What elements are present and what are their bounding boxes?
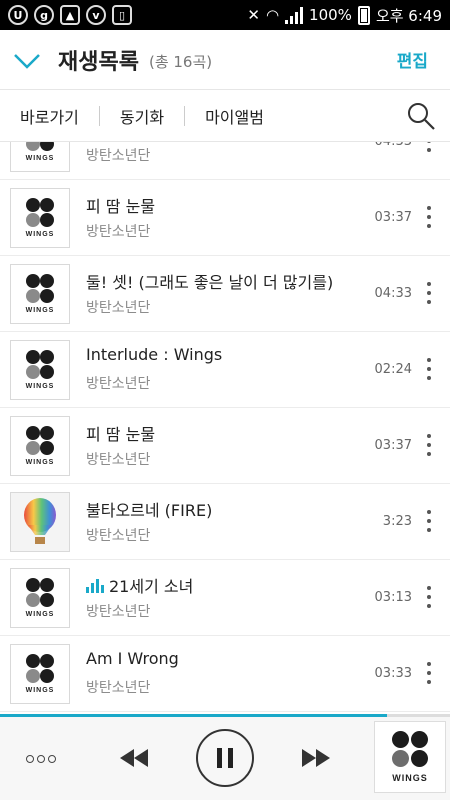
mini-player: WINGS xyxy=(0,717,450,800)
track-row[interactable]: 불타오르네 (FIRE) 방탄소년단 3:23 xyxy=(0,484,450,560)
fire-cover-art xyxy=(10,492,70,552)
track-menu-icon[interactable] xyxy=(426,142,432,152)
search-icon[interactable] xyxy=(406,101,436,131)
track-artist: 방탄소년단 xyxy=(86,604,151,620)
notification-icons: U g ▲ v ▯ xyxy=(8,5,132,25)
wings-cover-art: WINGS xyxy=(10,568,70,628)
cover-label: WINGS xyxy=(25,459,55,466)
cover-label: WINGS xyxy=(392,773,428,783)
track-list[interactable]: WINGS방탄소년단04:33WINGS피 땀 눈물방탄소년단03:37WING… xyxy=(0,142,450,714)
track-duration: 04:33 xyxy=(375,142,412,149)
wings-cover-art: WINGS xyxy=(10,644,70,704)
track-row[interactable]: WINGS 피 땀 눈물방탄소년단 03:37 xyxy=(0,408,450,484)
edit-button[interactable]: 편집 xyxy=(397,47,428,72)
track-title: Am I Wrong xyxy=(86,649,179,668)
track-duration: 03:13 xyxy=(374,590,412,605)
track-menu-icon[interactable] xyxy=(426,358,432,380)
wings-cover-art: WINGS xyxy=(10,416,70,476)
tab-shortcut[interactable]: 바로가기 xyxy=(0,104,99,128)
now-playing-equalizer-icon xyxy=(86,579,104,593)
track-title: 피 땀 눈물 xyxy=(86,197,156,216)
cover-label: WINGS xyxy=(25,307,55,314)
gallery-icon: ▲ xyxy=(60,5,80,25)
track-row[interactable]: WINGS 피 땀 눈물방탄소년단 03:37 xyxy=(0,180,450,256)
track-row[interactable]: WINGS Interlude : Wings 방탄소년단 02:24 xyxy=(0,332,450,408)
track-duration: 03:37 xyxy=(374,210,412,225)
more-options-icon[interactable] xyxy=(26,754,56,763)
track-menu-icon[interactable] xyxy=(426,282,432,304)
file-icon: ▯ xyxy=(112,5,132,25)
wings-cover-art: WINGS xyxy=(10,264,70,324)
track-duration: 03:37 xyxy=(374,438,412,453)
u-icon: U xyxy=(8,5,28,25)
cover-label: WINGS xyxy=(25,231,55,238)
track-duration: 3:23 xyxy=(382,514,412,529)
track-title: 불타오르네 (FIRE) xyxy=(86,501,213,520)
track-menu-icon[interactable] xyxy=(426,434,432,456)
wifi-icon: ◠ xyxy=(265,6,280,24)
track-artist: 방탄소년단 xyxy=(86,376,151,392)
signal-icon xyxy=(285,6,304,24)
battery-text: 100% xyxy=(309,6,352,24)
track-artist: 방탄소년단 xyxy=(86,452,151,468)
track-menu-icon[interactable] xyxy=(426,586,432,608)
cover-label: WINGS xyxy=(25,611,55,618)
page-title: 재생목록 xyxy=(58,49,139,75)
v-icon: v xyxy=(86,5,106,25)
track-menu-icon[interactable] xyxy=(426,510,432,532)
track-title: 둘! 셋! (그래도 좋은 날이 더 많기를) xyxy=(86,273,334,292)
track-duration: 02:24 xyxy=(374,362,412,377)
status-bar: U g ▲ v ▯ ✕ ◠ 100% 오후 6:49 xyxy=(0,0,450,30)
g-icon: g xyxy=(34,5,54,25)
track-row[interactable]: WINGS 둘! 셋! (그래도 좋은 날이 더 많기를) 방탄소년단 04:33 xyxy=(0,256,450,332)
pause-button[interactable] xyxy=(196,729,254,787)
tab-my-album[interactable]: 마이앨범 xyxy=(185,104,284,128)
track-artist: 방탄소년단 xyxy=(86,680,151,696)
wings-cover-art xyxy=(388,731,432,769)
track-duration: 03:33 xyxy=(374,666,412,681)
battery-icon xyxy=(357,5,370,25)
track-menu-icon[interactable] xyxy=(426,206,432,228)
now-playing-cover[interactable]: WINGS xyxy=(374,721,446,793)
rewind-icon[interactable] xyxy=(118,747,150,769)
track-artist: 방탄소년단 xyxy=(86,300,151,316)
track-artist: 방탄소년단 xyxy=(86,528,151,544)
track-count: (총 16곡) xyxy=(148,53,213,71)
track-artist: 방탄소년단 xyxy=(86,224,151,240)
wings-cover-art: WINGS xyxy=(10,142,70,172)
wings-cover-art: WINGS xyxy=(10,340,70,400)
track-title: 피 땀 눈물 xyxy=(86,425,156,444)
mute-icon: ✕ xyxy=(247,6,260,24)
tab-sync[interactable]: 동기화 xyxy=(100,104,184,128)
track-title: Interlude : Wings xyxy=(86,345,223,364)
track-row[interactable]: WINGS 방탄소년단 04:33 xyxy=(0,142,450,180)
track-row[interactable]: WINGS Am I Wrong 방탄소년단 03:33 xyxy=(0,636,450,712)
track-duration: 04:33 xyxy=(374,286,412,301)
fast-forward-icon[interactable] xyxy=(300,747,332,769)
tab-bar: 바로가기 동기화 마이앨범 xyxy=(0,90,450,142)
cover-label: WINGS xyxy=(25,687,55,694)
clock: 오후 6:49 xyxy=(375,6,442,25)
cover-label: WINGS xyxy=(25,155,55,162)
track-row[interactable]: WINGS 21세기 소녀방탄소년단 03:13 xyxy=(0,560,450,636)
cover-label: WINGS xyxy=(25,383,55,390)
wings-cover-art: WINGS xyxy=(10,188,70,248)
collapse-chevron-icon[interactable] xyxy=(12,45,42,75)
track-artist: 방탄소년단 xyxy=(86,148,151,164)
playlist-header: 재생목록 (총 16곡) 편집 xyxy=(0,30,450,90)
track-menu-icon[interactable] xyxy=(426,662,432,684)
track-title: 21세기 소녀 xyxy=(86,573,193,597)
